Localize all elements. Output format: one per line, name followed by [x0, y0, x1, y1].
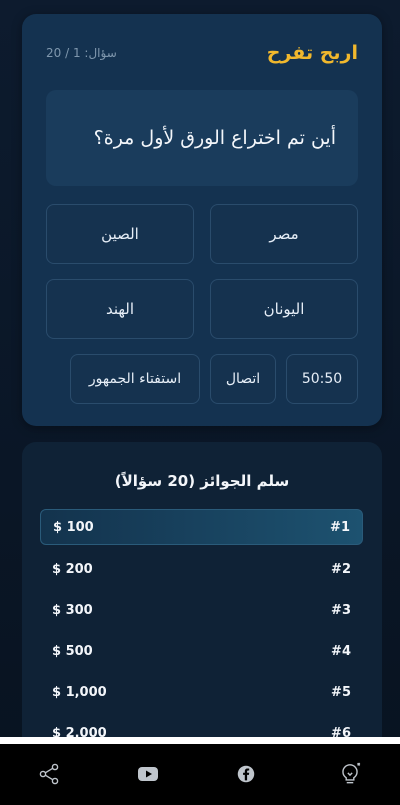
ladder-level: #4	[331, 644, 351, 659]
ladder-level: #3	[331, 603, 351, 618]
question-text: أين تم اختراع الورق لأول مرة؟	[93, 127, 336, 149]
bottom-bar	[0, 744, 400, 805]
answer-button-3[interactable]: اليونان	[210, 279, 358, 339]
answer-button-2[interactable]: الصين	[46, 204, 194, 264]
ladder-level: #1	[330, 520, 350, 535]
question-box: أين تم اختراع الورق لأول مرة؟	[46, 90, 358, 186]
facebook-icon[interactable]	[232, 760, 260, 788]
ladder-amount: $ 200	[52, 562, 93, 577]
ladder-level: #5	[331, 685, 351, 700]
ladder-amount: $ 300	[52, 603, 93, 618]
lifeline-audience-button[interactable]: استفتاء الجمهور	[70, 354, 200, 404]
lightbulb-icon[interactable]	[336, 760, 364, 788]
share-icon[interactable]	[35, 760, 63, 788]
game-card: اربح تفرح سؤال: 1 / 20 أين تم اختراع الو…	[22, 14, 382, 426]
ladder-amount: $ 500	[52, 644, 93, 659]
game-header: اربح تفرح سؤال: 1 / 20	[46, 42, 358, 72]
ladder-amount: $ 100	[53, 520, 94, 535]
ladder-row: #2 $ 200	[40, 552, 363, 588]
ladder-amount: $ 1,000	[52, 685, 107, 700]
answer-button-4[interactable]: الهند	[46, 279, 194, 339]
ladder-row: #3 $ 300	[40, 593, 363, 629]
lifeline-call-button[interactable]: اتصال	[210, 354, 276, 404]
ladder-level: #2	[331, 562, 351, 577]
ladder-row-current: #1 $ 100	[40, 509, 363, 545]
question-counter: سؤال: 1 / 20	[46, 46, 117, 60]
prize-ladder-panel: سلم الجوائز (20 سؤالاً) #1 $ 100 #2 $ 20…	[22, 442, 382, 742]
lifeline-fifty-fifty-button[interactable]: 50:50	[286, 354, 358, 404]
prize-ladder-title: سلم الجوائز (20 سؤالاً)	[114, 472, 290, 490]
game-title: اربح تفرح	[266, 42, 358, 64]
answer-button-1[interactable]: مصر	[210, 204, 358, 264]
youtube-icon[interactable]	[134, 760, 162, 788]
ladder-row: #4 $ 500	[40, 634, 363, 670]
ladder-row: #5 $ 1,000	[40, 675, 363, 711]
